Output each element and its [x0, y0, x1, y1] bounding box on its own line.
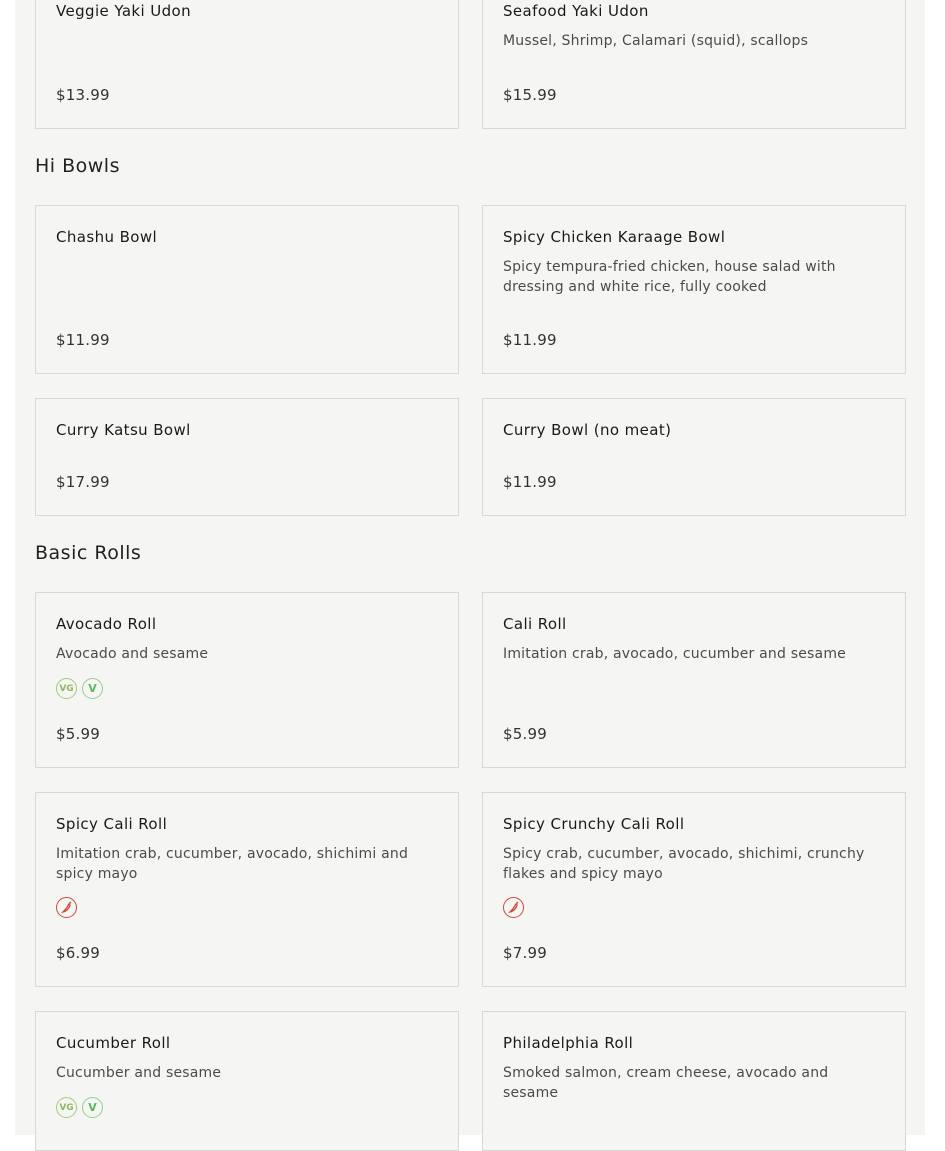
menu-item-card[interactable]: Avocado Roll Avocado and sesame VG V $5.…: [35, 592, 459, 768]
vegetarian-icon: V: [82, 678, 103, 699]
dietary-badges: [503, 897, 524, 918]
vegan-icon: VG: [56, 1097, 77, 1118]
menu-item-price: $15.99: [503, 86, 557, 104]
menu-item-card[interactable]: Cucumber Roll Cucumber and sesame VG V: [35, 1011, 459, 1151]
menu-item-description: Spicy crab, cucumber, avocado, shichimi,…: [503, 846, 865, 882]
menu-item-card[interactable]: Seafood Yaki Udon Mussel, Shrimp, Calama…: [482, 0, 906, 129]
menu-item-price: $11.99: [503, 473, 557, 491]
menu-item-price: $5.99: [56, 725, 100, 743]
menu-item-price: $5.99: [503, 725, 547, 743]
menu-item-description: Mussel, Shrimp, Calamari (squid), scallo…: [503, 33, 809, 49]
menu-item-card[interactable]: Spicy Cali Roll Imitation crab, cucumber…: [35, 792, 459, 987]
menu-item-name: Seafood Yaki Udon: [503, 2, 649, 20]
section-title-hi-bowls: Hi Bowls: [35, 155, 120, 177]
dietary-badges: [56, 897, 77, 918]
section-title-basic-rolls: Basic Rolls: [35, 542, 142, 564]
menu-item-name: Avocado Roll: [56, 615, 157, 633]
vegetarian-icon: V: [82, 1097, 103, 1118]
menu-item-description: Cucumber and sesame: [56, 1065, 222, 1081]
menu-item-card[interactable]: Spicy Crunchy Cali Roll Spicy crab, cucu…: [482, 792, 906, 987]
menu-item-card[interactable]: Veggie Yaki Udon $13.99: [35, 0, 459, 129]
menu-item-card[interactable]: Philadelphia Roll Smoked salmon, cream c…: [482, 1011, 906, 1151]
spicy-icon: [503, 897, 524, 918]
dietary-badges: VG V: [56, 1097, 103, 1118]
menu-item-price: $11.99: [503, 331, 557, 349]
menu-item-name: Spicy Chicken Karaage Bowl: [503, 228, 726, 246]
menu-item-price: $13.99: [56, 86, 110, 104]
menu-item-card[interactable]: Chashu Bowl $11.99: [35, 205, 459, 374]
menu-item-name: Spicy Crunchy Cali Roll: [503, 815, 685, 833]
menu-item-name: Cali Roll: [503, 615, 567, 633]
menu-item-name: Spicy Cali Roll: [56, 815, 168, 833]
menu-item-price: $17.99: [56, 473, 110, 491]
menu-item-description: Smoked salmon, cream cheese, avocado and…: [503, 1065, 829, 1101]
menu-item-name: Curry Bowl (no meat): [503, 421, 672, 439]
menu-item-name: Cucumber Roll: [56, 1034, 171, 1052]
spicy-icon: [56, 897, 77, 918]
menu-item-name: Curry Katsu Bowl: [56, 421, 191, 439]
menu-item-description: Imitation crab, cucumber, avocado, shich…: [56, 846, 409, 882]
menu-item-name: Veggie Yaki Udon: [56, 2, 192, 20]
menu-item-card[interactable]: Spicy Chicken Karaage Bowl Spicy tempura…: [482, 205, 906, 374]
dietary-badges: VG V: [56, 678, 103, 699]
menu-item-price: $6.99: [56, 944, 100, 962]
menu-item-card[interactable]: Cali Roll Imitation crab, avocado, cucum…: [482, 592, 906, 768]
menu-item-card[interactable]: Curry Katsu Bowl $17.99: [35, 398, 459, 516]
vegan-icon: VG: [56, 678, 77, 699]
menu-item-price: $11.99: [56, 331, 110, 349]
menu-item-card[interactable]: Curry Bowl (no meat) $11.99: [482, 398, 906, 516]
menu-item-description: Spicy tempura-fried chicken, house salad…: [503, 259, 836, 295]
menu-item-name: Chashu Bowl: [56, 228, 158, 246]
menu-item-price: $7.99: [503, 944, 547, 962]
menu-item-description: Avocado and sesame: [56, 646, 209, 662]
menu-item-name: Philadelphia Roll: [503, 1034, 634, 1052]
menu-item-description: Imitation crab, avocado, cucumber and se…: [503, 646, 846, 662]
